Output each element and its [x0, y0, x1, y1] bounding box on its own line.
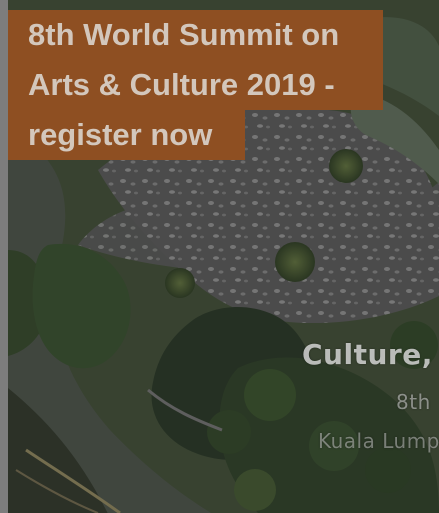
hero-overlay-location: Kuala Lump	[318, 429, 439, 453]
headline-link[interactable]: 8th World Summit on Arts & Culture 2019 …	[8, 10, 403, 160]
headline-line-3[interactable]: register now	[8, 110, 245, 160]
hero-overlay-title: Culture,	[302, 338, 433, 371]
news-card[interactable]: Culture, 8th Kuala Lump 8th World Summit…	[0, 0, 439, 513]
left-edge	[0, 0, 8, 513]
headline-line-1[interactable]: 8th World Summit on	[8, 10, 383, 60]
headline-line-2[interactable]: Arts & Culture 2019 -	[8, 60, 383, 110]
hero-overlay-subtitle: 8th	[396, 390, 431, 414]
